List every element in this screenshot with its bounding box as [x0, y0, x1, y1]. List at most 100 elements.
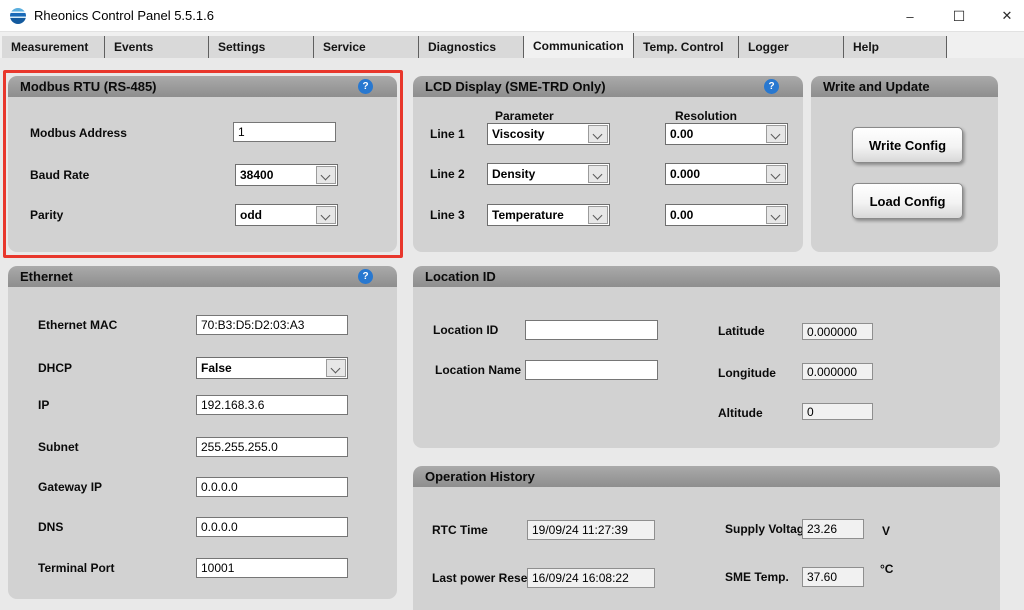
- panel-operation-history: Operation History RTC Time Last power Re…: [413, 466, 1000, 610]
- dns-input[interactable]: [196, 517, 348, 537]
- line3-parameter-value: Temperature: [488, 205, 587, 225]
- line2-resolution-value: 0.000: [666, 164, 765, 184]
- panel-lcd-title: LCD Display (SME-TRD Only): [425, 76, 606, 97]
- help-icon[interactable]: ?: [358, 79, 373, 94]
- altitude-label: Altitude: [718, 406, 763, 420]
- tab-logger[interactable]: Logger: [739, 36, 844, 58]
- latitude-label: Latitude: [718, 324, 765, 338]
- longitude-field: [802, 363, 873, 380]
- chevron-down-icon[interactable]: [316, 206, 336, 224]
- parity-value: odd: [236, 205, 315, 225]
- panel-ethernet: Ethernet ? Ethernet MAC DHCP False IP Su…: [8, 266, 397, 599]
- subnet-label: Subnet: [38, 440, 79, 454]
- supply-voltage-field: [802, 519, 864, 539]
- tab-temp-control[interactable]: Temp. Control: [634, 36, 739, 58]
- line1-parameter-value: Viscosity: [488, 124, 587, 144]
- line3-resolution-select[interactable]: 0.00: [665, 204, 788, 226]
- sme-temp-field: [802, 567, 864, 587]
- supply-voltage-label: Supply Voltage: [725, 522, 811, 536]
- maximize-button[interactable]: ☐: [941, 0, 977, 32]
- dhcp-label: DHCP: [38, 361, 72, 375]
- gateway-ip-label: Gateway IP: [38, 480, 102, 494]
- tab-service[interactable]: Service: [314, 36, 419, 58]
- line2-resolution-select[interactable]: 0.000: [665, 163, 788, 185]
- tab-diagnostics[interactable]: Diagnostics: [419, 36, 524, 58]
- dhcp-select[interactable]: False: [196, 357, 348, 379]
- help-icon[interactable]: ?: [764, 79, 779, 94]
- subnet-input[interactable]: [196, 437, 348, 457]
- resolution-column-header: Resolution: [675, 109, 737, 123]
- chevron-down-icon[interactable]: [588, 125, 608, 143]
- terminal-port-label: Terminal Port: [38, 561, 114, 575]
- chevron-down-icon[interactable]: [588, 165, 608, 183]
- ethernet-mac-label: Ethernet MAC: [38, 318, 117, 332]
- parameter-column-header: Parameter: [495, 109, 554, 123]
- ethernet-mac-input[interactable]: [196, 315, 348, 335]
- terminal-port-input[interactable]: [196, 558, 348, 578]
- panel-lcd-header: LCD Display (SME-TRD Only) ?: [413, 76, 803, 97]
- line1-resolution-value: 0.00: [666, 124, 765, 144]
- chevron-down-icon[interactable]: [766, 165, 786, 183]
- location-id-label: Location ID: [433, 323, 498, 337]
- rtc-time-label: RTC Time: [432, 523, 488, 537]
- line2-parameter-value: Density: [488, 164, 587, 184]
- longitude-label: Longitude: [718, 366, 776, 380]
- load-config-button[interactable]: Load Config: [852, 183, 963, 219]
- close-button[interactable]: ✕: [989, 0, 1024, 32]
- modbus-address-label: Modbus Address: [30, 126, 127, 140]
- panel-operation-history-title: Operation History: [425, 466, 535, 487]
- ip-label: IP: [38, 398, 49, 412]
- latitude-field: [802, 323, 873, 340]
- line3-label: Line 3: [430, 208, 465, 222]
- minimize-button[interactable]: –: [892, 0, 928, 32]
- baud-rate-value: 38400: [236, 165, 315, 185]
- window-title: Rheonics Control Panel 5.5.1.6: [34, 0, 214, 32]
- tab-settings[interactable]: Settings: [209, 36, 314, 58]
- panel-ethernet-title: Ethernet: [20, 266, 73, 287]
- last-power-reset-label: Last power Reset: [432, 571, 531, 585]
- line3-parameter-select[interactable]: Temperature: [487, 204, 610, 226]
- tab-bar: Measurement Events Settings Service Diag…: [0, 32, 1024, 58]
- baud-rate-select[interactable]: 38400: [235, 164, 338, 186]
- panel-operation-history-header: Operation History: [413, 466, 1000, 487]
- panel-location-title: Location ID: [425, 266, 496, 287]
- chevron-down-icon[interactable]: [766, 206, 786, 224]
- app-window: Rheonics Control Panel 5.5.1.6 – ☐ ✕ Mea…: [0, 0, 1024, 610]
- line1-label: Line 1: [430, 127, 465, 141]
- panel-modbus-title: Modbus RTU (RS-485): [20, 76, 157, 97]
- supply-voltage-unit: V: [882, 524, 890, 538]
- chevron-down-icon[interactable]: [588, 206, 608, 224]
- rtc-time-field: [527, 520, 655, 540]
- line2-parameter-select[interactable]: Density: [487, 163, 610, 185]
- tab-bar-filler: [947, 36, 1024, 58]
- panel-modbus-header: Modbus RTU (RS-485) ?: [8, 76, 397, 97]
- location-id-input[interactable]: [525, 320, 658, 340]
- tab-help[interactable]: Help: [844, 36, 947, 58]
- panel-location-header: Location ID: [413, 266, 1000, 287]
- dhcp-value: False: [197, 358, 325, 378]
- chevron-down-icon[interactable]: [326, 359, 346, 377]
- line3-resolution-value: 0.00: [666, 205, 765, 225]
- parity-select[interactable]: odd: [235, 204, 338, 226]
- last-power-reset-field: [527, 568, 655, 588]
- titlebar: Rheonics Control Panel 5.5.1.6 – ☐ ✕: [0, 0, 1024, 32]
- panel-location: Location ID Location ID Location Name La…: [413, 266, 1000, 448]
- line1-resolution-select[interactable]: 0.00: [665, 123, 788, 145]
- ip-input[interactable]: [196, 395, 348, 415]
- app-logo-icon: [10, 8, 26, 24]
- panel-ethernet-header: Ethernet ?: [8, 266, 397, 287]
- chevron-down-icon[interactable]: [316, 166, 336, 184]
- line1-parameter-select[interactable]: Viscosity: [487, 123, 610, 145]
- altitude-field: [802, 403, 873, 420]
- baud-rate-label: Baud Rate: [30, 168, 89, 182]
- line2-label: Line 2: [430, 167, 465, 181]
- tab-measurement[interactable]: Measurement: [2, 36, 105, 58]
- location-name-input[interactable]: [525, 360, 658, 380]
- chevron-down-icon[interactable]: [766, 125, 786, 143]
- help-icon[interactable]: ?: [358, 269, 373, 284]
- write-config-button[interactable]: Write Config: [852, 127, 963, 163]
- tab-events[interactable]: Events: [105, 36, 209, 58]
- modbus-address-input[interactable]: [233, 122, 336, 142]
- tab-communication[interactable]: Communication: [524, 33, 634, 58]
- gateway-ip-input[interactable]: [196, 477, 348, 497]
